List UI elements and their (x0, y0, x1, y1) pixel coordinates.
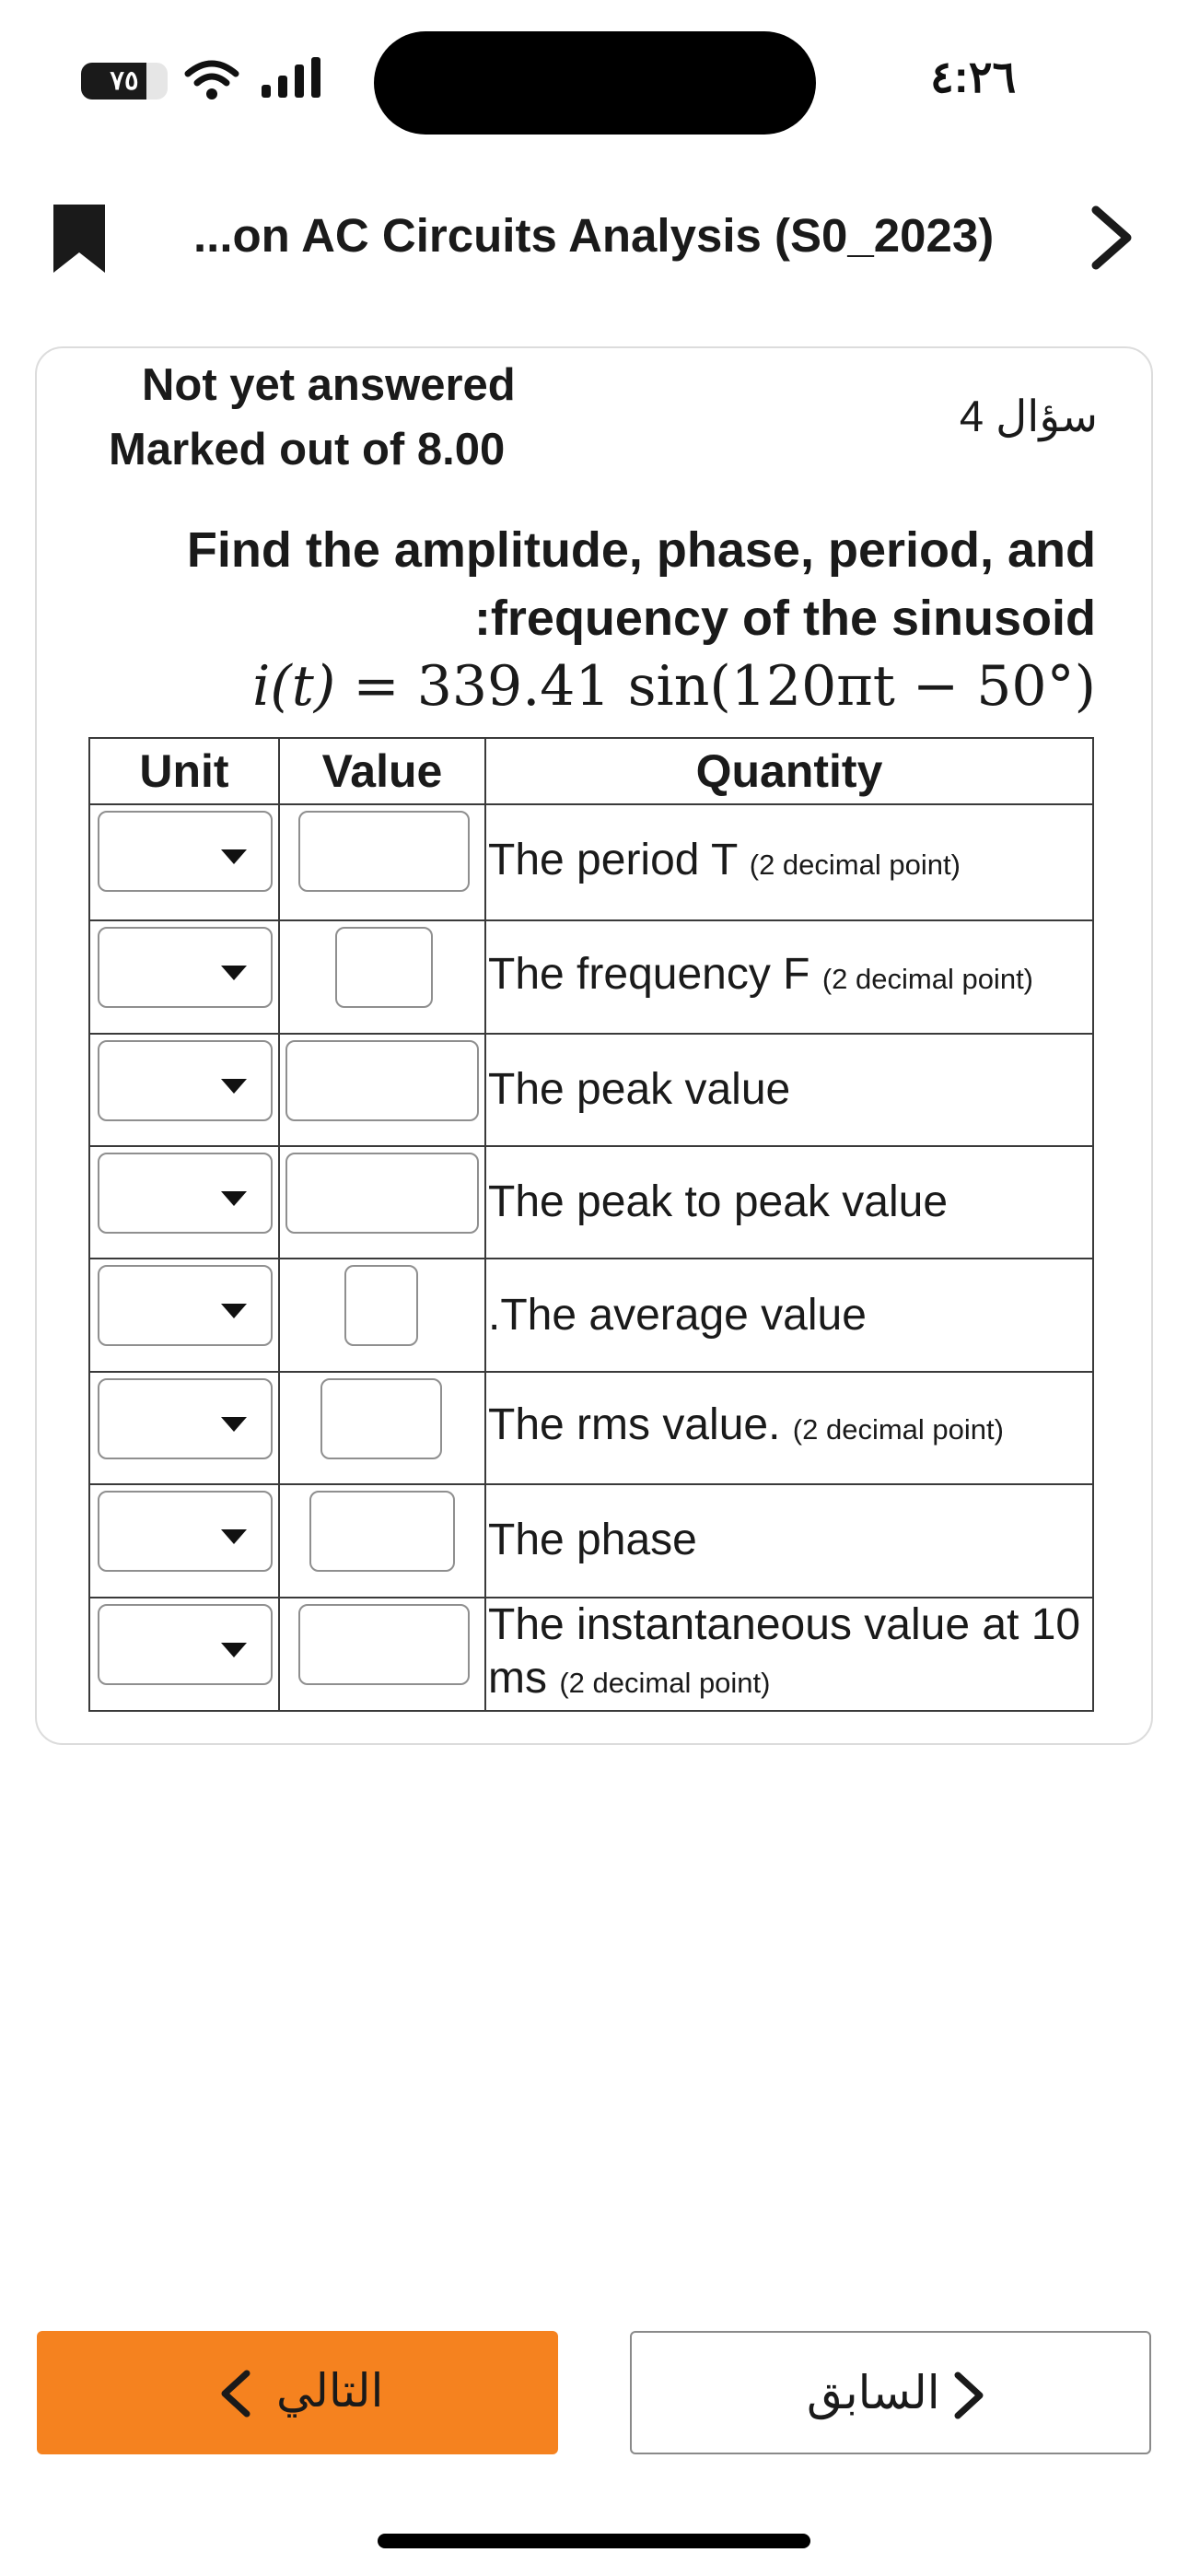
quantity-note: (2 decimal point) (821, 963, 1033, 996)
table-header-row: Unit Value Quantity (88, 737, 1094, 805)
home-indicator (378, 2534, 810, 2548)
dynamic-island (374, 31, 816, 135)
quantity-label: .The average value (488, 1290, 867, 1340)
unit-cell (88, 1258, 280, 1373)
header-unit: Unit (88, 737, 280, 805)
table-row: The instantaneous value at 10 ms (2 deci… (88, 1596, 1094, 1713)
quantity-cell: The period T (2 decimal point) (484, 802, 1094, 922)
unit-cell (88, 1483, 280, 1598)
question-number: سؤال 4 (959, 392, 1098, 440)
value-cell (278, 1258, 486, 1373)
caret-down-icon (221, 1078, 247, 1094)
table-row: .The average value (88, 1258, 1094, 1373)
table-row: The phase (88, 1483, 1094, 1598)
battery-level: ٧٥ (110, 66, 139, 96)
next-button-label: التالي (276, 2365, 384, 2417)
quantity-cell: The instantaneous value at 10 ms (2 deci… (484, 1596, 1094, 1713)
value-cell (278, 1596, 486, 1713)
wifi-icon (184, 60, 239, 100)
chevron-right-icon (954, 2371, 984, 2419)
bookmark-icon[interactable] (53, 205, 105, 273)
unit-cell (88, 919, 280, 1035)
formula-equals: = (353, 654, 400, 719)
unit-select[interactable] (98, 1039, 273, 1121)
caret-down-icon (221, 1416, 247, 1432)
question-prompt-line2: :frequency of the sinusoid (473, 591, 1096, 646)
unit-select[interactable] (98, 1377, 273, 1459)
formula-lhs: i(t) (252, 654, 336, 719)
header-quantity: Quantity (484, 737, 1094, 805)
table-row: The frequency F (2 decimal point) (88, 919, 1094, 1035)
quantity-cell: The rms value. (2 decimal point) (484, 1370, 1094, 1486)
caret-down-icon (221, 1529, 247, 1545)
chevron-left-icon (221, 2370, 250, 2418)
quantity-cell: The peak value (484, 1032, 1094, 1148)
header-value: Value (278, 737, 486, 805)
caret-down-icon (221, 966, 247, 981)
unit-select[interactable] (98, 1153, 273, 1235)
previous-button[interactable]: السابق (630, 2331, 1151, 2454)
unit-cell (88, 1596, 280, 1713)
quantity-label: The frequency F (488, 950, 810, 1000)
next-button[interactable]: التالي (37, 2331, 558, 2454)
value-input[interactable] (298, 811, 470, 892)
quantity-label: The rms value. (488, 1400, 781, 1450)
quiz-title: ...on AC Circuits Analysis (S0_2023) (193, 209, 995, 262)
unit-select[interactable] (98, 1603, 273, 1685)
unit-select[interactable] (98, 1265, 273, 1347)
table-row: The rms value. (2 decimal point) (88, 1370, 1094, 1486)
value-cell (278, 1032, 486, 1148)
question-state: Not yet answered (142, 360, 516, 410)
quantity-label: The peak value (488, 1064, 791, 1114)
table-row: The period T (2 decimal point) (88, 802, 1094, 922)
formula-rhs: 339.41 sin(120πt − 50°) (416, 654, 1096, 719)
previous-button-label: السابق (807, 2367, 940, 2418)
caret-down-icon (221, 849, 247, 864)
unit-select[interactable] (98, 811, 273, 892)
quantity-cell: .The average value (484, 1258, 1094, 1373)
value-cell (278, 1370, 486, 1486)
value-cell (278, 1483, 486, 1598)
table-row: The peak value (88, 1032, 1094, 1148)
value-input[interactable] (285, 1153, 479, 1235)
quantity-label: The period T (488, 835, 738, 884)
value-cell (278, 919, 486, 1035)
status-bar: ٧٥ ٤:٢٦ (0, 0, 1188, 157)
unit-cell (88, 802, 280, 922)
caret-down-icon (221, 1304, 247, 1319)
quantity-note: (2 decimal point) (792, 1413, 1004, 1446)
unit-cell (88, 1032, 280, 1148)
caret-down-icon (221, 1191, 247, 1207)
chevron-right-icon[interactable] (1087, 205, 1138, 271)
quantity-note: (2 decimal point) (749, 848, 961, 881)
table-row: The peak to peak value (88, 1145, 1094, 1260)
value-input[interactable] (335, 927, 433, 1009)
answer-table: Unit Value Quantity The period T (2 deci… (88, 737, 1094, 1713)
quantity-cell: The phase (484, 1483, 1094, 1598)
caret-down-icon (221, 1642, 247, 1657)
value-input[interactable] (285, 1039, 479, 1121)
unit-cell (88, 1370, 280, 1486)
unit-cell (88, 1145, 280, 1260)
quantity-cell: The frequency F (2 decimal point) (484, 919, 1094, 1035)
status-time: ٤:٢٦ (930, 53, 1017, 102)
value-input[interactable] (309, 1491, 455, 1573)
battery-indicator: ٧٥ (81, 63, 168, 100)
value-cell (278, 802, 486, 922)
value-input[interactable] (344, 1265, 418, 1347)
unit-select[interactable] (98, 1491, 273, 1573)
quantity-note: (2 decimal point) (559, 1666, 771, 1699)
quantity-label: The peak to peak value (488, 1177, 949, 1227)
question-mark: Marked out of 8.00 (109, 425, 506, 474)
quantity-label: The phase (488, 1516, 697, 1565)
value-input[interactable] (298, 1603, 470, 1685)
cellular-signal-icon (262, 57, 320, 98)
unit-select[interactable] (98, 927, 273, 1009)
quantity-cell: The peak to peak value (484, 1145, 1094, 1260)
question-prompt-line1: Find the amplitude, phase, period, and (186, 522, 1096, 578)
value-cell (278, 1145, 486, 1260)
formula: i(t) = 339.41 sin(120πt − 50°) (252, 654, 1096, 719)
value-input[interactable] (320, 1377, 442, 1459)
